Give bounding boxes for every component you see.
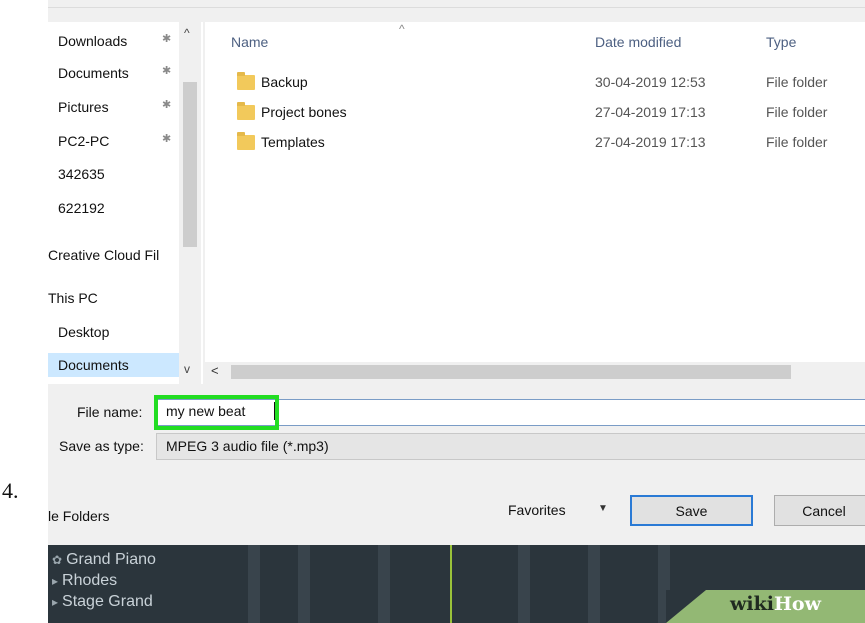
horizontal-scroll-thumb[interactable] (231, 365, 791, 379)
save-type-label: Save as type: (59, 438, 144, 454)
pin-icon: ✱ (162, 33, 172, 45)
channel-stripe (588, 545, 600, 623)
chevron-down-icon[interactable]: ▼ (598, 503, 608, 514)
highlight-box (154, 395, 279, 430)
folder-icon (237, 102, 255, 120)
file-name: Templates (261, 134, 325, 150)
nav-item-label: Desktop (58, 324, 110, 340)
nav-item-pictures[interactable]: Pictures ✱ (58, 95, 171, 119)
favorites-menu[interactable]: Favorites (508, 502, 566, 518)
nav-item-label: Documents (58, 65, 129, 81)
table-row[interactable]: Templates 27-04-2019 17:13 File folder (205, 132, 865, 154)
file-name-label: File name: (77, 404, 143, 420)
instrument-item[interactable]: ✿ Grand Piano (52, 551, 156, 569)
file-date: 30-04-2019 12:53 (595, 74, 706, 90)
folder-icon (237, 72, 255, 90)
pin-icon: ✱ (162, 133, 172, 145)
pin-icon: ✱ (162, 65, 172, 77)
scroll-left-arrow[interactable]: < (211, 363, 219, 378)
table-row[interactable]: Project bones 27-04-2019 17:13 File fold… (205, 102, 865, 124)
nav-item-label: PC2-PC (58, 133, 110, 149)
nav-item-label: 622192 (58, 200, 105, 216)
nav-item-622192[interactable]: 622192 (58, 196, 105, 220)
save-type-value[interactable]: MPEG 3 audio file (*.mp3) (166, 438, 329, 454)
file-type: File folder (766, 74, 828, 90)
save-button[interactable]: Save (630, 495, 753, 526)
channel-stripe (298, 545, 310, 623)
instrument-item[interactable]: ▸ Rhodes (52, 572, 117, 590)
scroll-up-arrow[interactable]: ^ (184, 26, 190, 40)
toolbar-strip (48, 0, 865, 8)
save-as-dialog: Downloads ✱ Documents ✱ Pictures ✱ PC2-P… (48, 0, 865, 545)
column-header-name[interactable]: Name (231, 34, 268, 50)
file-name: Backup (261, 74, 308, 90)
file-type: File folder (766, 134, 828, 150)
nav-item-pc2-pc[interactable]: PC2-PC ✱ (58, 129, 171, 153)
nav-item-documents-selected[interactable]: Documents (48, 353, 186, 377)
table-row[interactable]: Backup 30-04-2019 12:53 File folder (205, 72, 865, 94)
instrument-item[interactable]: ▸ Stage Grand (52, 593, 153, 611)
cancel-button[interactable]: Cancel (774, 495, 865, 526)
file-type: File folder (766, 104, 828, 120)
channel-stripe (518, 545, 530, 623)
nav-item-desktop[interactable]: Desktop (58, 320, 109, 344)
file-list: ^ Name Date modified Type Backup 30-04-2… (205, 22, 865, 362)
channel-stripe (378, 545, 390, 623)
bullet-icon: ▸ (52, 595, 59, 609)
nav-scrollbar[interactable]: ^ v (179, 22, 201, 384)
nav-item-label: Pictures (58, 99, 109, 115)
pin-icon: ✱ (162, 99, 172, 111)
step-number: 4. (2, 478, 19, 503)
channel-stripe (248, 545, 260, 623)
nav-item-label: 342635 (58, 166, 105, 182)
wikihow-logo: wikiHow (730, 593, 821, 615)
nav-item-label: Downloads (58, 33, 128, 49)
column-header-date[interactable]: Date modified (595, 34, 681, 50)
folder-icon (237, 132, 255, 150)
nav-scroll-thumb[interactable] (183, 82, 197, 247)
nav-item-this-pc[interactable]: This PC (48, 286, 98, 310)
horizontal-scrollbar[interactable]: < (205, 362, 865, 382)
nav-item-creative-cloud[interactable]: Creative Cloud Fil (48, 243, 159, 267)
nav-item-label: This PC (48, 290, 98, 306)
nav-item-label: Creative Cloud Fil (48, 247, 160, 263)
scroll-down-arrow[interactable]: v (184, 362, 190, 376)
hide-folders-link[interactable]: le Folders (48, 508, 109, 524)
nav-item-label: Documents (58, 357, 129, 373)
nav-item-342635[interactable]: 342635 (58, 162, 105, 186)
file-date: 27-04-2019 17:13 (595, 104, 706, 120)
file-date: 27-04-2019 17:13 (595, 134, 706, 150)
nav-item-documents-pinned[interactable]: Documents ✱ (58, 61, 171, 85)
sort-caret-icon: ^ (399, 22, 405, 36)
bullet-icon: ▸ (52, 574, 59, 588)
file-name: Project bones (261, 104, 347, 120)
gear-icon: ✿ (52, 553, 63, 567)
column-header-type[interactable]: Type (766, 34, 796, 50)
nav-item-downloads[interactable]: Downloads ✱ (58, 29, 171, 53)
playhead-line (450, 545, 452, 623)
